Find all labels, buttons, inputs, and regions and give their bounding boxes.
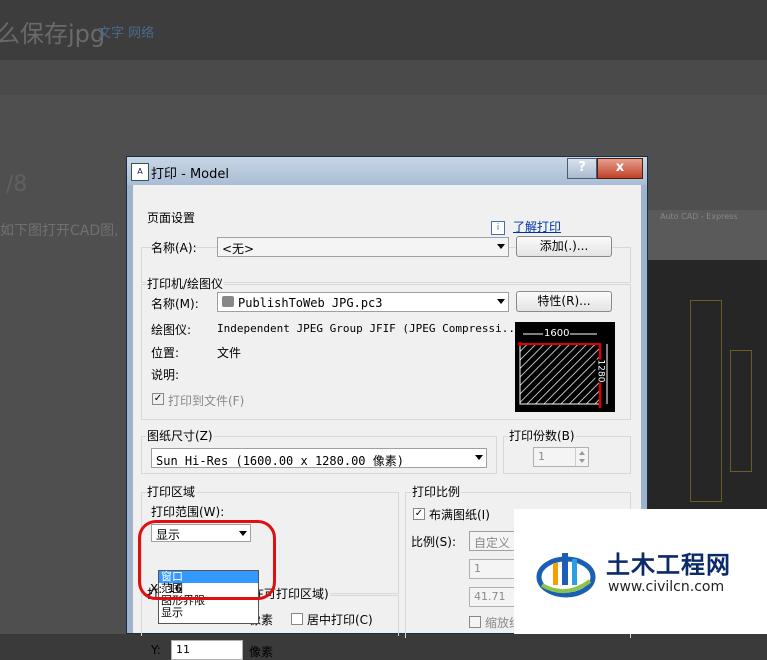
chevron-down-icon [475, 455, 483, 460]
watermark: 土木工程网 www.civilcn.com [514, 509, 767, 634]
copies-title: 打印份数(B) [508, 427, 576, 444]
add-page-setup-button[interactable]: 添加(.)... [516, 236, 612, 257]
y-offset-unit: 像素 [249, 645, 274, 659]
cad-drawing-line [730, 350, 752, 472]
spin-down-icon[interactable] [579, 459, 585, 463]
printer-name-label: 名称(M): [151, 297, 199, 311]
paper-size-title: 图纸尺寸(Z) [146, 427, 214, 444]
paper-preview: 1600 1280 [515, 322, 615, 412]
plot-range-label: 打印范围(W): [151, 505, 225, 519]
watermark-name: 土木工程网 [606, 551, 731, 579]
paper-size-select[interactable]: Sun Hi-Res (1600.00 x 1280.00 像素) [151, 448, 487, 468]
fit-to-paper-checkbox[interactable]: ✓ [413, 508, 425, 520]
print-to-file-checkbox[interactable]: ✓ [152, 393, 164, 405]
chevron-down-icon [497, 299, 505, 304]
fit-to-paper-label: 布满图纸(I) [429, 508, 490, 522]
learn-plot-link[interactable]: 了解打印 [513, 218, 561, 235]
printer-properties-button[interactable]: 特性(R)... [516, 291, 612, 312]
autocad-icon: A [131, 163, 149, 181]
plot-area-title: 打印区域 [146, 483, 197, 500]
copies-spinner[interactable] [575, 448, 589, 466]
dialog-titlebar[interactable]: A 打印 - Model ? x [127, 157, 647, 185]
dropdown-option-display[interactable]: 显示 [159, 607, 258, 619]
center-plot-checkbox[interactable] [291, 613, 303, 625]
scale-lineweights-checkbox[interactable] [469, 616, 481, 628]
dialog-title: 打印 - Model [151, 167, 229, 182]
print-to-file-label: 打印到文件(F) [168, 394, 245, 408]
preview-height: 1280 [595, 359, 606, 383]
printer-select[interactable]: PublishToWeb JPG.pc3 [217, 292, 509, 312]
location-value: 文件 [217, 346, 242, 360]
highlight-ring [138, 520, 276, 600]
scale-select[interactable]: 自定义 [469, 531, 519, 551]
location-label: 位置: [151, 346, 180, 360]
page-tag: 文字 网络 [98, 26, 155, 41]
page-title: 么保存jpg [0, 20, 106, 48]
cad-title: Auto CAD - Express [660, 212, 738, 221]
page-heading: /8 [6, 172, 28, 197]
y-offset-label: Y: [151, 643, 161, 657]
plotter-value: Independent JPEG Group JFIF (JPEG Compre… [217, 322, 522, 335]
watermark-url: www.civilcn.com [608, 579, 725, 595]
chevron-down-icon [497, 244, 505, 249]
close-button[interactable]: x [597, 158, 643, 179]
plotter-label: 绘图仪: [151, 323, 192, 337]
info-icon: i [491, 221, 505, 235]
printer-value: PublishToWeb JPG.pc3 [238, 296, 383, 310]
scale-value-2[interactable]: 41.71 [469, 587, 519, 607]
civilcn-logo-icon [536, 553, 596, 598]
center-plot-label: 居中打印(C) [307, 613, 373, 627]
y-offset-input[interactable]: 11 [171, 640, 243, 660]
printer-icon [222, 296, 234, 307]
spin-up-icon[interactable] [579, 451, 585, 455]
description-label: 说明: [151, 368, 180, 382]
printer-title: 打印机/绘图仪 [146, 275, 225, 292]
preview-width: 1600 [543, 328, 571, 339]
page-body-text: 如下图打开CAD图, [0, 223, 119, 239]
scale-value-1[interactable]: 1 [469, 559, 519, 579]
cad-drawing-line [690, 300, 722, 502]
paper-size-value: Sun Hi-Res (1600.00 x 1280.00 像素) [156, 454, 404, 468]
page-setup-select[interactable]: <无> [217, 237, 509, 257]
page-setup-title: 页面设置 [146, 209, 197, 226]
scale-value: 自定义 [474, 536, 511, 550]
scale-label: 比例(S): [411, 535, 457, 549]
plot-scale-title: 打印比例 [411, 483, 462, 500]
help-button[interactable]: ? [567, 158, 597, 179]
page-setup-name-label: 名称(A): [151, 241, 197, 255]
page-setup-value: <无> [222, 242, 255, 256]
